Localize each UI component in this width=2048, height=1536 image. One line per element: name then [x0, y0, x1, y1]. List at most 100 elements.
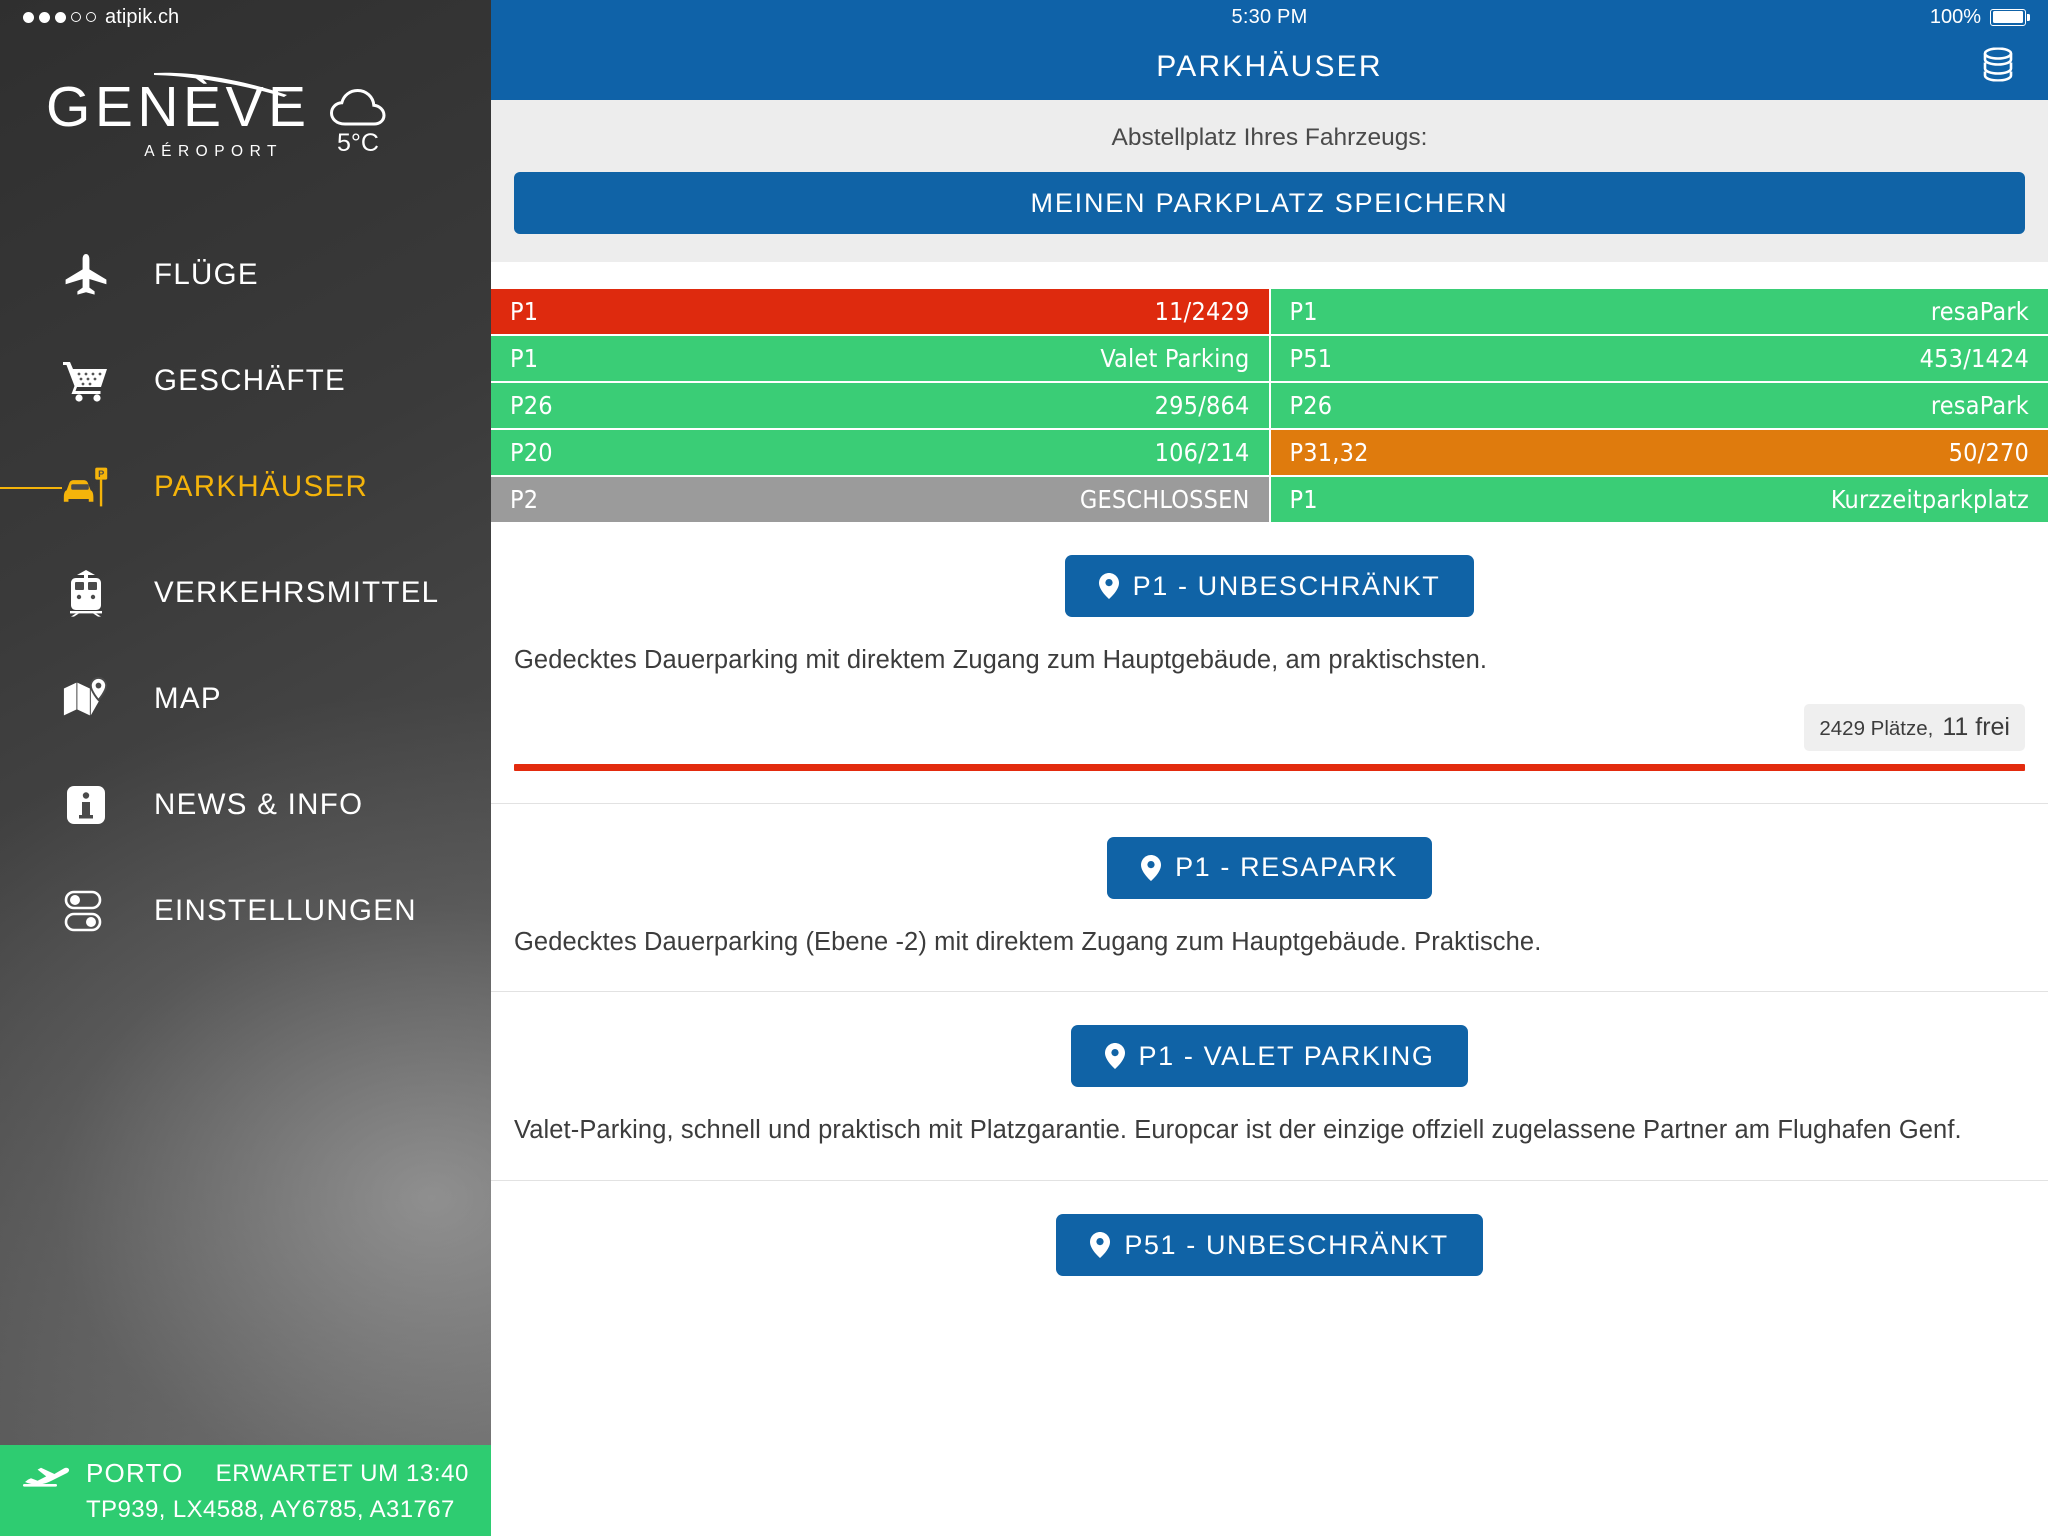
sidebar-item-parkhaeuser[interactable]: P PARKHÄUSER	[0, 434, 491, 540]
parking-lot-name: P1	[1289, 485, 1318, 514]
parking-lot-block: P1 - UNBESCHRÄNKT Gedecktes Dauerparking …	[491, 522, 2048, 803]
sidebar-item-label: GESCHÄFTE	[154, 364, 346, 397]
availability-free: 11 frei	[1942, 712, 2010, 741]
map-pin-icon	[1141, 854, 1162, 881]
shopping-cart-icon	[62, 357, 110, 405]
airplane-takeoff-icon	[23, 1467, 70, 1487]
sidebar-item-fluege[interactable]: FLÜGE	[0, 222, 491, 328]
occupancy-progress-bar	[514, 763, 2025, 771]
map-pin-icon	[1098, 573, 1119, 599]
sidebar-item-news-info[interactable]: NEWS & INFO	[0, 752, 491, 858]
parking-lot-block: P1 - RESAPARK Gedecktes Dauerparking (Ebe…	[491, 802, 2048, 992]
sidebar-item-verkehrsmittel[interactable]: VERKEHRSMITTEL	[0, 540, 491, 646]
parking-status-cell[interactable]: P1 11/2429	[491, 289, 1269, 334]
settings-toggles-icon	[62, 887, 110, 935]
parking-lot-button[interactable]: P1 - RESAPARK	[1107, 836, 1432, 899]
availability-total: 2429 Plätze,	[1819, 716, 1934, 740]
sidebar-item-geschaefte[interactable]: GESCHÄFTE	[0, 328, 491, 434]
parking-lot-description: Valet-Parking, schnell und praktisch mit…	[514, 1116, 1962, 1145]
save-parking-section: Abstellplatz Ihres Fahrzeugs: MEINEN PAR…	[491, 100, 2048, 262]
parking-status-cell[interactable]: P2 GESCHLOSSEN	[491, 477, 1269, 522]
parking-status-grid-wrap: P1 11/2429 P1 resaPark P1 Valet Parking P51 453…	[491, 262, 2048, 522]
flight-destination: PORTO	[86, 1458, 184, 1488]
sidebar-item-label: MAP	[154, 682, 222, 715]
lot-button-row: P1 - UNBESCHRÄNKT	[514, 555, 2025, 617]
parking-status-cell[interactable]: P1 resaPark	[1270, 289, 2048, 334]
sidebar-item-map[interactable]: MAP	[0, 646, 491, 752]
parking-status-cell[interactable]: P51 453/1424	[1270, 336, 2048, 381]
main-panel: 5:30 PM 100% PARKHÄUSER Abstellplatz Ihr…	[491, 0, 2048, 1536]
sidebar-item-label: PARKHÄUSER	[154, 470, 369, 503]
parking-lot-button[interactable]: P1 - UNBESCHRÄNKT	[1064, 555, 1475, 617]
page-header: PARKHÄUSER	[491, 34, 2048, 100]
main-status-bar: 5:30 PM 100%	[491, 0, 2048, 34]
parking-lot-name: P1	[510, 344, 539, 373]
parking-lot-value: resaPark	[1930, 297, 2029, 326]
sidebar-item-label: NEWS & INFO	[154, 788, 364, 821]
parking-lot-value: 106/214	[1154, 438, 1250, 467]
parking-lot-name: P2	[510, 485, 539, 514]
lot-button-row: P1 - RESAPARK	[514, 836, 2025, 899]
parking-lot-name: P26	[510, 391, 553, 420]
parking-lot-value: Valet Parking	[1100, 344, 1250, 373]
flight-numbers: TP939, LX4588, AY6785, A31767	[86, 1496, 455, 1523]
parking-status-cell[interactable]: P1 Valet Parking	[491, 336, 1269, 381]
parking-status-cell[interactable]: P26 resaPark	[1270, 383, 2048, 428]
logo-sub-text: AÉROPORT	[144, 143, 283, 160]
parking-lot-name: P31,32	[1289, 438, 1369, 467]
parking-status-grid: P1 11/2429 P1 resaPark P1 Valet Parking P51 453…	[491, 289, 2048, 522]
parking-lot-value: 11/2429	[1154, 297, 1250, 326]
weather-widget: 5°C	[330, 88, 386, 158]
sidebar-item-label: VERKEHRSMITTEL	[154, 576, 440, 609]
parking-lot-button-label: P51 - UNBESCHRÄNKT	[1124, 1229, 1449, 1260]
battery-icon	[1990, 8, 2030, 26]
battery-percent-label: 100%	[1929, 5, 1981, 28]
map-pin-icon	[62, 675, 110, 723]
flight-status-banner[interactable]: PORTO ERWARTET UM 13:40 TP939, LX4588, A…	[0, 1445, 491, 1536]
sidebar-item-einstellungen[interactable]: EINSTELLUNGEN	[0, 858, 491, 964]
map-pin-icon	[1104, 1043, 1125, 1070]
info-icon	[62, 781, 110, 829]
parking-status-cell[interactable]: P20 106/214	[491, 430, 1269, 475]
parking-status-cell[interactable]: P31,32 50/270	[1270, 430, 2048, 475]
page-title: PARKHÄUSER	[1156, 50, 1383, 83]
parking-lot-description: Gedecktes Dauerparking (Ebene -2) mit di…	[514, 927, 1542, 956]
parking-lot-value: 453/1424	[1919, 344, 2029, 373]
logo-text-block: GENÈVE AÉROPORT	[46, 72, 306, 161]
weather-temperature: 5°C	[337, 128, 379, 157]
lot-button-row: P51 - UNBESCHRÄNKT	[514, 1214, 2025, 1277]
map-pin-icon	[1090, 1232, 1111, 1259]
stacked-coins-icon[interactable]	[1978, 47, 2018, 87]
parking-status-cell[interactable]: P26 295/864	[491, 383, 1269, 428]
availability-badge: 2429 Plätze, 11 frei	[1804, 703, 2025, 751]
parking-lot-button[interactable]: P1 - VALET PARKING	[1070, 1025, 1469, 1088]
parking-lot-value: 295/864	[1154, 391, 1250, 420]
parking-lot-value: Kurzzeitparkplatz	[1830, 485, 2029, 514]
battery-status: 100%	[1929, 5, 2030, 29]
availability-row: 2429 Plätze, 11 frei	[514, 703, 2025, 751]
parking-lot-value: GESCHLOSSEN	[1079, 485, 1250, 514]
save-parking-label: Abstellplatz Ihres Fahrzeugs:	[1111, 124, 1428, 151]
parking-lot-value: resaPark	[1930, 391, 2029, 420]
parking-status-cell[interactable]: P1 Kurzzeitparkplatz	[1270, 477, 2048, 522]
lot-button-row: P1 - VALET PARKING	[514, 1025, 2025, 1088]
parking-lots-list: P1 - UNBESCHRÄNKT Gedecktes Dauerparking …	[491, 522, 2048, 1308]
parking-lot-button-label: P1 - VALET PARKING	[1138, 1040, 1435, 1071]
parking-lot-name: P51	[1289, 344, 1333, 373]
parking-lot-name: P1	[1289, 297, 1318, 326]
signal-strength-icon	[23, 11, 96, 23]
parking-lot-name: P26	[1289, 391, 1333, 420]
parking-lot-block: P1 - VALET PARKING Valet-Parking, schnell…	[491, 991, 2048, 1180]
clock-label: 5:30 PM	[1231, 5, 1308, 28]
save-parking-button[interactable]: MEINEN PARKPLATZ SPEICHERN	[514, 172, 2025, 234]
parking-lot-button-label: P1 - UNBESCHRÄNKT	[1132, 570, 1441, 601]
sidebar-status-bar: atipik.ch	[0, 0, 491, 34]
carrier-label: atipik.ch	[105, 5, 180, 28]
logo-swoosh-icon	[154, 72, 287, 97]
parking-lot-button-label: P1 - RESAPARK	[1175, 852, 1398, 883]
parking-lot-button[interactable]: P51 - UNBESCHRÄNKT	[1056, 1214, 1483, 1277]
parking-car-icon: P	[62, 463, 110, 511]
